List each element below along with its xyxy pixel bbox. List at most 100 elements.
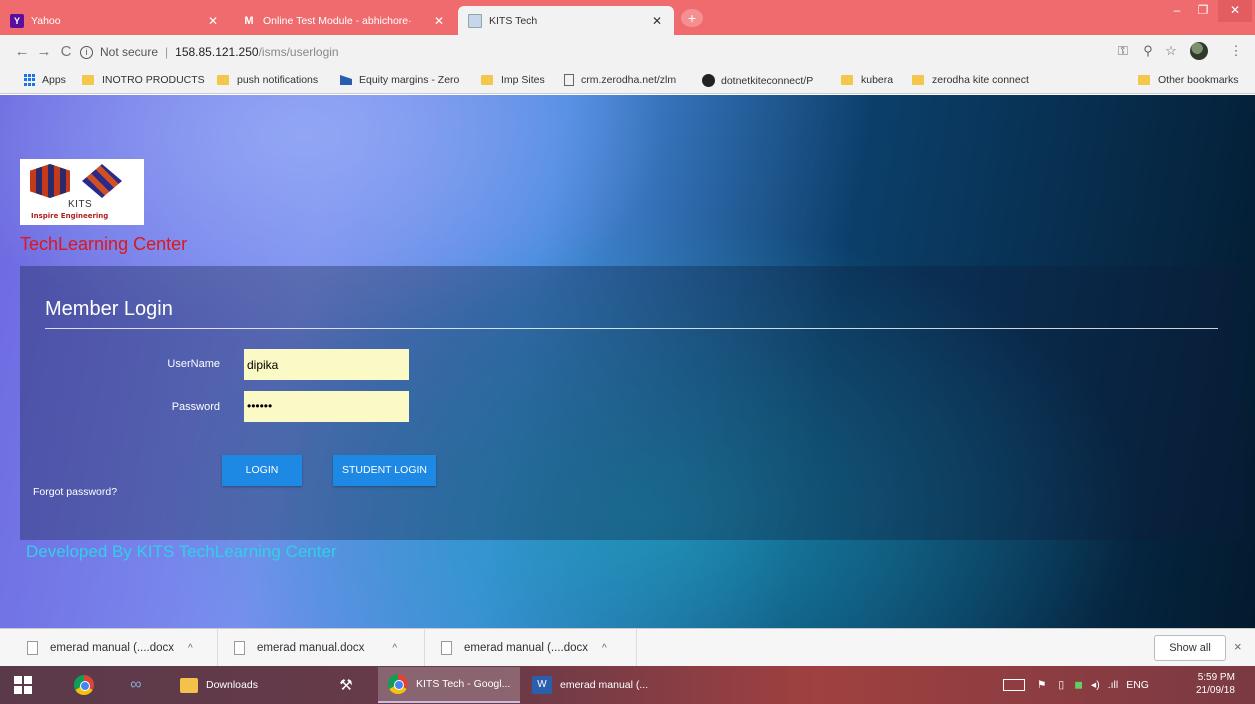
- logo-cube-graphic: [30, 164, 70, 198]
- windows-logo-icon: [14, 676, 32, 694]
- doc-icon: [234, 641, 245, 655]
- taskbar-app-label: emerad manual (...: [560, 679, 649, 691]
- logo-tagline: Inspire Engineering: [31, 212, 109, 220]
- download-item[interactable]: emerad manual (....docx ^: [27, 629, 218, 667]
- minimize-icon[interactable]: –: [1164, 0, 1190, 22]
- show-all-button[interactable]: Show all: [1154, 635, 1226, 661]
- language-indicator[interactable]: ENG: [1126, 679, 1149, 691]
- restore-icon[interactable]: ❐: [1190, 0, 1216, 22]
- clock[interactable]: 5:59 PM 21/09/18: [1196, 671, 1235, 697]
- bookmark-imp-sites[interactable]: Imp Sites: [481, 74, 545, 86]
- center-title: TechLearning Center: [20, 234, 188, 254]
- battery-icon[interactable]: ▯: [1058, 679, 1064, 691]
- bookmark-apps[interactable]: Apps: [24, 74, 66, 86]
- taskbar-app-label: KITS Tech - Googl...: [416, 678, 511, 690]
- bookmark-dotnetkiteconnect[interactable]: dotnetkiteconnect/P: [702, 74, 827, 87]
- pinned-app[interactable]: ⚒: [324, 667, 368, 703]
- flag-icon[interactable]: ⚑: [1037, 679, 1046, 691]
- taskbar-word-window[interactable]: W emerad manual (...: [526, 667, 666, 703]
- close-icon[interactable]: ×: [1234, 639, 1242, 654]
- chevron-up-icon[interactable]: ^: [188, 643, 193, 654]
- chevron-up-icon[interactable]: ^: [602, 643, 607, 654]
- star-icon[interactable]: ☆: [1163, 43, 1179, 59]
- bookmark-flag-icon: [340, 75, 352, 85]
- address-separator: |: [165, 45, 169, 59]
- forgot-password-link[interactable]: Forgot password?: [33, 486, 117, 498]
- bookmark-zerodha-kite-connect[interactable]: zerodha kite connect: [912, 74, 1029, 86]
- folder-icon: [841, 75, 853, 85]
- tab-online-test[interactable]: M Online Test Module - abhichore· ✕: [232, 6, 456, 35]
- bookmark-push-notifications[interactable]: push notifications: [217, 74, 318, 86]
- download-item[interactable]: emerad manual (....docx ^: [441, 629, 637, 667]
- menu-icon[interactable]: ⋮: [1228, 43, 1244, 59]
- apps-grid-icon: [24, 74, 36, 86]
- github-icon: [702, 74, 715, 87]
- page-content: KITS Inspire Engineering TechLearning Ce…: [0, 95, 1255, 628]
- start-button[interactable]: [0, 667, 54, 703]
- close-icon[interactable]: ✕: [650, 14, 664, 28]
- close-icon[interactable]: ✕: [432, 14, 446, 28]
- volume-icon[interactable]: ◂): [1091, 679, 1100, 691]
- security-status: Not secure: [100, 45, 159, 59]
- clock-date: 21/09/18: [1196, 685, 1235, 696]
- reload-icon[interactable]: C: [56, 42, 76, 62]
- taskbar-chrome-window[interactable]: KITS Tech - Googl...: [378, 667, 520, 703]
- download-shelf: emerad manual (....docx ^ emerad manual.…: [0, 628, 1255, 667]
- word-icon: W: [532, 676, 552, 694]
- doc-icon: [441, 641, 452, 655]
- tab-yahoo[interactable]: Y Yahoo ✕: [0, 6, 230, 35]
- back-arrow-icon[interactable]: ←: [12, 42, 32, 62]
- bookmark-kubera[interactable]: kubera: [841, 74, 893, 86]
- bookmark-label: push notifications: [237, 74, 319, 86]
- folder-icon: [481, 75, 493, 85]
- bookmark-crm-zerodha[interactable]: crm.zerodha.net/zlm: [564, 74, 689, 86]
- bookmark-label: crm.zerodha.net/zlm: [581, 74, 677, 86]
- info-icon[interactable]: i: [80, 45, 93, 59]
- bookmark-label: zerodha kite connect: [932, 74, 1029, 86]
- username-input[interactable]: [244, 349, 409, 380]
- doc-icon: [27, 641, 38, 655]
- tab-label: KITS Tech: [489, 14, 538, 27]
- chrome-pinned[interactable]: [64, 667, 104, 703]
- signal-icon[interactable]: .ıll: [1108, 679, 1119, 691]
- forward-arrow-icon[interactable]: →: [34, 42, 54, 62]
- bookmarks-bar: Apps INOTRO PRODUCTS push notifications …: [0, 68, 1255, 94]
- tools-icon: ⚒: [339, 677, 353, 694]
- chrome-icon: [388, 674, 408, 694]
- pinned-app[interactable]: ∞: [114, 667, 158, 703]
- bookmark-label: dotnetkiteconnect/P: [721, 74, 814, 87]
- footer-credit: Developed By KITS TechLearning Center: [26, 542, 337, 561]
- folder-icon: [82, 75, 94, 85]
- taskbar-downloads[interactable]: Downloads: [172, 667, 314, 703]
- new-tab-button[interactable]: +: [681, 9, 703, 27]
- tab-kits-tech[interactable]: KITS Tech ✕: [458, 6, 674, 35]
- password-input[interactable]: ••••••: [244, 391, 409, 422]
- network-icon[interactable]: ◼: [1074, 679, 1083, 691]
- download-item[interactable]: emerad manual.docx ^: [234, 629, 425, 667]
- folder-icon: [912, 75, 924, 85]
- login-button[interactable]: LOGIN: [222, 455, 302, 486]
- taskbar-app-label: Downloads: [206, 679, 258, 691]
- window-close-icon[interactable]: ✕: [1218, 0, 1252, 22]
- bookmark-equity-margins[interactable]: Equity margins - Zero: [340, 74, 470, 86]
- browser-toolbar: ← → C i Not secure | 158.85.121.250 /ism…: [0, 35, 1255, 68]
- bookmark-inotro-products[interactable]: INOTRO PRODUCTS: [82, 74, 205, 86]
- keyboard-icon[interactable]: [1003, 679, 1025, 691]
- bookmark-label: Apps: [42, 74, 66, 86]
- close-icon[interactable]: ✕: [206, 14, 220, 28]
- infinity-icon: ∞: [130, 676, 142, 693]
- folder-icon: [1138, 75, 1150, 85]
- page-icon: [468, 13, 482, 28]
- key-icon[interactable]: ⚿: [1115, 43, 1131, 59]
- profile-avatar-icon[interactable]: [1190, 42, 1208, 60]
- address-bar[interactable]: i Not secure | 158.85.121.250 /isms/user…: [80, 40, 1090, 64]
- zoom-icon[interactable]: ⚲: [1140, 43, 1156, 59]
- login-heading: Member Login: [45, 298, 173, 320]
- system-tray: ⚑ ▯ ◼ ◂) .ıll ENG: [1003, 666, 1149, 704]
- bookmark-other-bookmarks[interactable]: Other bookmarks: [1138, 74, 1239, 86]
- bookmark-label: Equity margins - Zero: [359, 74, 460, 86]
- chevron-up-icon[interactable]: ^: [392, 643, 397, 654]
- password-label: Password: [171, 401, 220, 413]
- student-login-button[interactable]: STUDENT LOGIN: [333, 455, 436, 486]
- logo-cube-graphic: [82, 164, 122, 198]
